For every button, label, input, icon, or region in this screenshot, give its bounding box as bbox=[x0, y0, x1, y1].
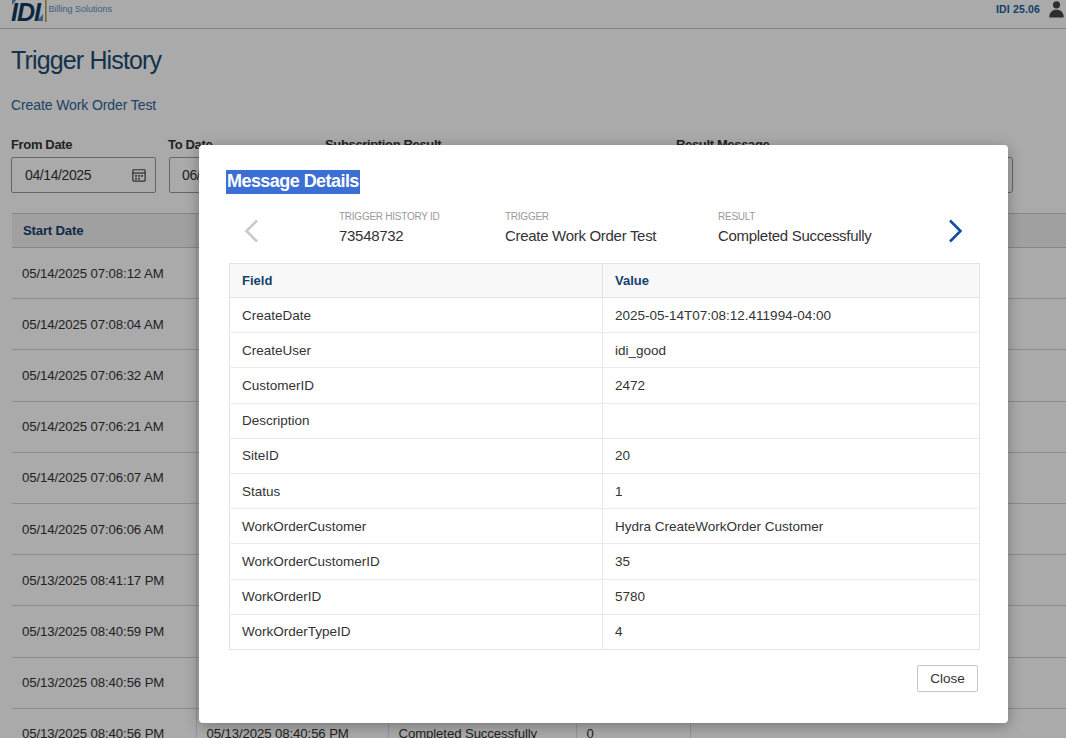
field-column-header[interactable]: Field bbox=[230, 264, 603, 298]
detail-row: WorkOrderCustomerID35 bbox=[230, 544, 980, 579]
detail-row: WorkOrderID5780 bbox=[230, 579, 980, 614]
nav-trigger: TRIGGER Create Work Order Test bbox=[505, 211, 656, 244]
detail-row: WorkOrderCustomerHydra CreateWorkOrder C… bbox=[230, 509, 980, 544]
modal-title: Message Details bbox=[226, 170, 360, 194]
detail-field-cell: WorkOrderCustomer bbox=[230, 509, 603, 544]
detail-row: SiteID20 bbox=[230, 438, 980, 473]
nav-label: TRIGGER bbox=[505, 211, 656, 222]
detail-field-cell: Status bbox=[230, 473, 603, 508]
detail-row: Status1 bbox=[230, 473, 980, 508]
detail-field-cell: WorkOrderID bbox=[230, 579, 603, 614]
detail-value-cell: 1 bbox=[603, 473, 980, 508]
nav-trigger-history-id: TRIGGER HISTORY ID 73548732 bbox=[339, 211, 440, 244]
nav-value: 73548732 bbox=[339, 227, 440, 244]
detail-field-cell: CustomerID bbox=[230, 368, 603, 403]
detail-row: WorkOrderTypeID4 bbox=[230, 614, 980, 649]
close-button[interactable]: Close bbox=[917, 665, 978, 692]
detail-value-cell: Hydra CreateWorkOrder Customer bbox=[603, 509, 980, 544]
detail-row: CustomerID2472 bbox=[230, 368, 980, 403]
detail-field-cell: WorkOrderTypeID bbox=[230, 614, 603, 649]
detail-row: CreateDate2025-05-14T07:08:12.411994-04:… bbox=[230, 298, 980, 333]
nav-label: TRIGGER HISTORY ID bbox=[339, 211, 440, 222]
nav-value: Completed Successfully bbox=[718, 227, 871, 244]
detail-field-cell: CreateUser bbox=[230, 333, 603, 368]
chevron-right-icon[interactable] bbox=[947, 218, 964, 244]
detail-value-cell: 4 bbox=[603, 614, 980, 649]
detail-value-cell: 2472 bbox=[603, 368, 980, 403]
detail-value-cell: 2025-05-14T07:08:12.411994-04:00 bbox=[603, 298, 980, 333]
detail-value-cell: 20 bbox=[603, 438, 980, 473]
detail-value-cell: 35 bbox=[603, 544, 980, 579]
value-column-header[interactable]: Value bbox=[603, 264, 980, 298]
nav-value: Create Work Order Test bbox=[505, 227, 656, 244]
detail-value-cell bbox=[603, 403, 980, 438]
detail-row: CreateUseridi_good bbox=[230, 333, 980, 368]
message-detail-table: Field Value CreateDate2025-05-14T07:08:1… bbox=[229, 263, 980, 650]
nav-result: RESULT Completed Successfully bbox=[718, 211, 871, 244]
detail-field-cell: Description bbox=[230, 403, 603, 438]
nav-label: RESULT bbox=[718, 211, 871, 222]
detail-field-cell: SiteID bbox=[230, 438, 603, 473]
chevron-left-icon[interactable] bbox=[243, 218, 260, 244]
modal-title-selected-text: Message Details bbox=[226, 170, 360, 194]
detail-row: Description bbox=[230, 403, 980, 438]
detail-field-cell: CreateDate bbox=[230, 298, 603, 333]
detail-value-cell: idi_good bbox=[603, 333, 980, 368]
detail-header-row: Field Value bbox=[230, 264, 980, 298]
detail-field-cell: WorkOrderCustomerID bbox=[230, 544, 603, 579]
message-details-modal: Message Details TRIGGER HISTORY ID 73548… bbox=[199, 145, 1008, 723]
detail-value-cell: 5780 bbox=[603, 579, 980, 614]
